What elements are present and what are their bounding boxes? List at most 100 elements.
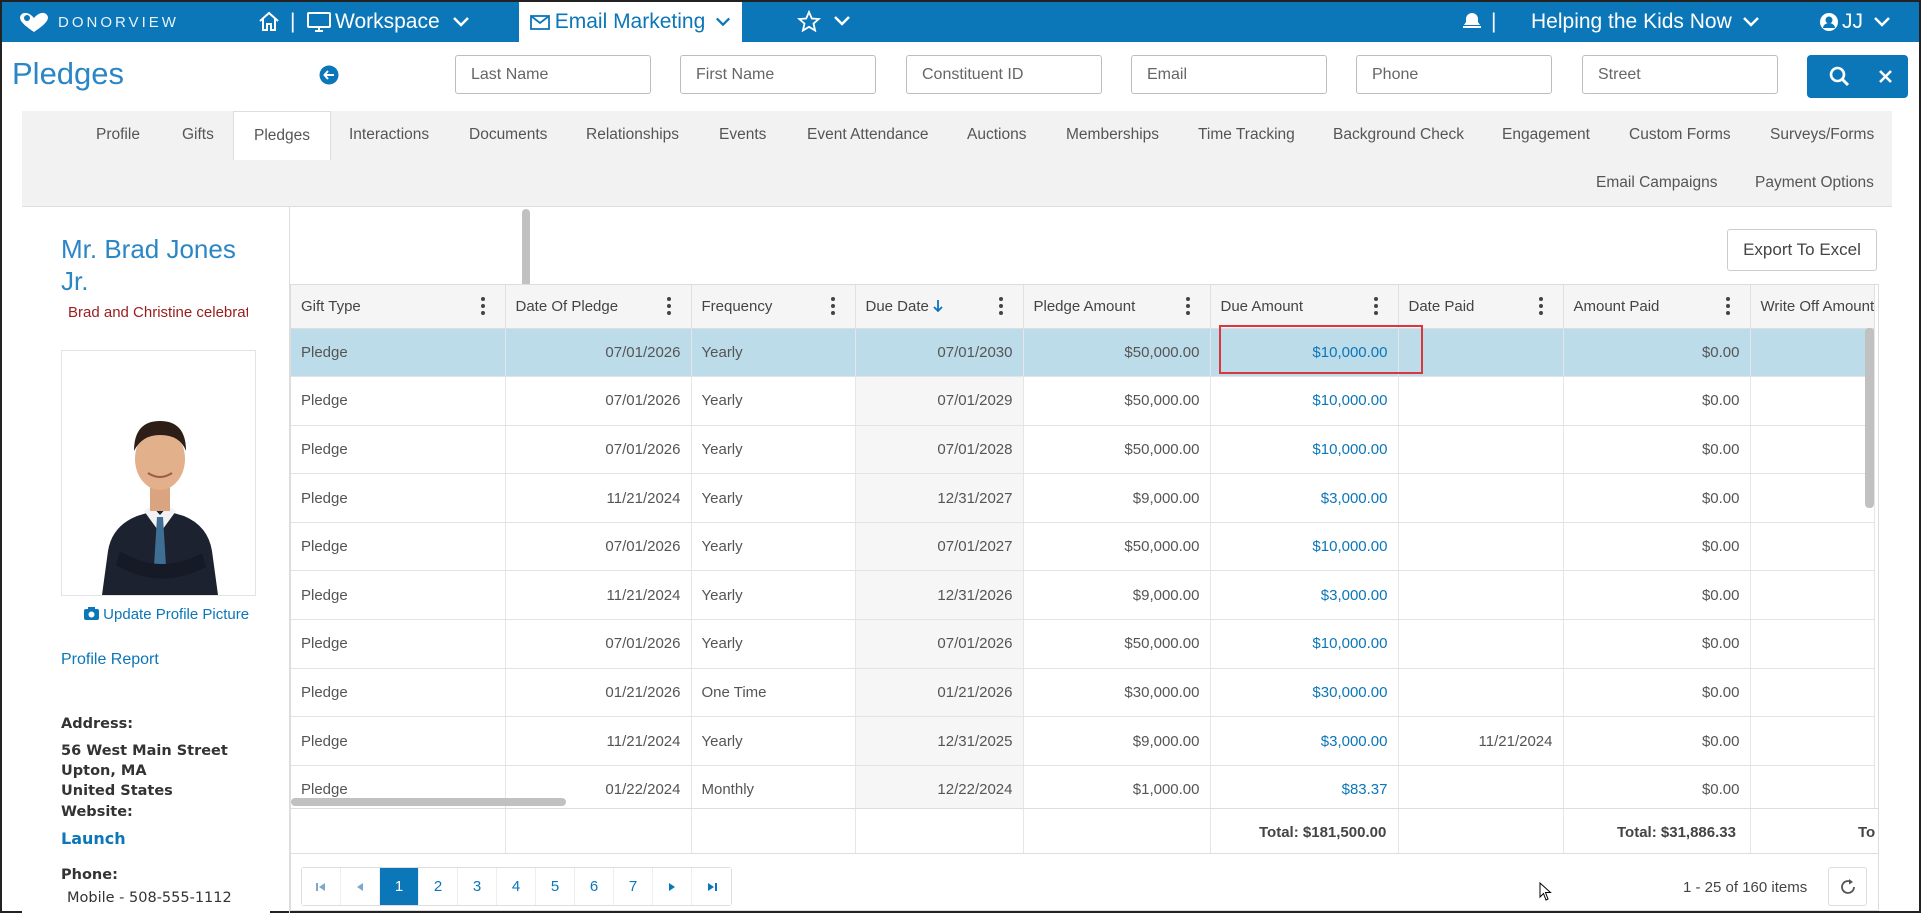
page-button-6[interactable]: 6 bbox=[575, 868, 614, 905]
user-menu[interactable]: JJ bbox=[1819, 10, 1891, 34]
table-row[interactable]: Pledge 07/01/2026 Yearly 07/01/2029 $50,000.… bbox=[291, 376, 1875, 426]
grid-horizontal-scrollbar[interactable] bbox=[291, 798, 566, 806]
last-page-button[interactable] bbox=[692, 868, 731, 905]
first-name-input[interactable] bbox=[680, 55, 876, 94]
cell-due-amount[interactable]: $30,000.00 bbox=[1210, 668, 1399, 718]
favorites-menu[interactable] bbox=[797, 10, 851, 32]
column-menu-icon[interactable] bbox=[480, 297, 485, 315]
cell-due-amount[interactable]: $3,000.00 bbox=[1210, 716, 1399, 766]
tab-surveys-forms[interactable]: Surveys/Forms bbox=[1770, 126, 1874, 144]
home-icon[interactable] bbox=[257, 10, 281, 32]
back-arrow-icon[interactable] bbox=[319, 65, 339, 85]
cell-frequency: Yearly bbox=[691, 522, 856, 572]
column-header-frequency[interactable]: Frequency bbox=[691, 285, 856, 329]
table-row[interactable]: Pledge 11/21/2024 Yearly 12/31/2025 $9,000.0… bbox=[291, 716, 1875, 766]
notification-bell-icon[interactable] bbox=[1461, 10, 1483, 30]
tab-memberships[interactable]: Memberships bbox=[1066, 126, 1159, 144]
close-icon[interactable] bbox=[1878, 69, 1893, 84]
table-row[interactable]: Pledge 01/22/2024 Monthly 12/22/2024 $1,000.… bbox=[291, 765, 1875, 815]
website-label: Website: bbox=[61, 804, 133, 820]
column-header-date-paid[interactable]: Date Paid bbox=[1398, 285, 1564, 329]
column-menu-icon[interactable] bbox=[666, 297, 671, 315]
page-button-7[interactable]: 7 bbox=[614, 868, 653, 905]
page-button-5[interactable]: 5 bbox=[536, 868, 575, 905]
constituent-name: Mr. Brad Jones Jr. bbox=[61, 234, 236, 296]
refresh-button[interactable] bbox=[1828, 867, 1867, 906]
cell-due-amount[interactable]: $10,000.00 bbox=[1210, 425, 1399, 475]
table-row[interactable]: Pledge 01/21/2026 One Time 01/21/2026 $30,00… bbox=[291, 668, 1875, 718]
page-button-1[interactable]: 1 bbox=[380, 868, 419, 905]
column-menu-icon[interactable] bbox=[1538, 297, 1543, 315]
column-header-due-date[interactable]: Due Date bbox=[855, 285, 1024, 329]
organization-menu[interactable]: Helping the Kids Now bbox=[1531, 10, 1760, 34]
tab-events[interactable]: Events bbox=[719, 126, 766, 144]
tab-profile[interactable]: Profile bbox=[96, 126, 140, 144]
column-menu-icon[interactable] bbox=[998, 297, 1003, 315]
tab-payment-options[interactable]: Payment Options bbox=[1755, 174, 1874, 192]
tab-gifts[interactable]: Gifts bbox=[182, 126, 214, 144]
email-input[interactable] bbox=[1131, 55, 1327, 94]
last-name-input[interactable] bbox=[455, 55, 651, 94]
table-row[interactable]: Pledge 11/21/2024 Yearly 12/31/2026 $9,000.0… bbox=[291, 570, 1875, 621]
cell-due-amount[interactable]: $3,000.00 bbox=[1210, 473, 1399, 523]
tab-engagement[interactable]: Engagement bbox=[1502, 126, 1590, 144]
tab-time-tracking[interactable]: Time Tracking bbox=[1198, 126, 1295, 144]
first-page-button[interactable] bbox=[302, 868, 341, 905]
tab-background-check[interactable]: Background Check bbox=[1333, 126, 1464, 144]
phone-input[interactable] bbox=[1356, 55, 1552, 94]
page-button-2[interactable]: 2 bbox=[419, 868, 458, 905]
column-menu-icon[interactable] bbox=[1373, 297, 1378, 315]
cell-due-amount[interactable]: $10,000.00 bbox=[1210, 522, 1399, 572]
cell-date-of-pledge: 01/22/2024 bbox=[505, 765, 692, 815]
sidebar-splitter[interactable] bbox=[270, 207, 530, 913]
cell-due-amount[interactable]: $10,000.00 bbox=[1210, 619, 1399, 669]
table-row[interactable]: Pledge 07/01/2026 Yearly 07/01/2026 $50,000.… bbox=[291, 619, 1875, 669]
grid-vertical-scrollbar[interactable] bbox=[1865, 328, 1874, 508]
donorview-logo[interactable]: DONORVIEW bbox=[16, 10, 179, 34]
cell-due-amount[interactable]: $83.37 bbox=[1210, 765, 1399, 815]
table-row[interactable]: Pledge 11/21/2024 Yearly 12/31/2027 $9,000.0… bbox=[291, 473, 1875, 523]
address-label: Address: bbox=[61, 716, 134, 732]
column-header-due-amount[interactable]: Due Amount bbox=[1210, 285, 1399, 329]
tab-interactions[interactable]: Interactions bbox=[349, 126, 429, 144]
first-page-icon bbox=[316, 882, 325, 891]
cell-date-of-pledge: 07/01/2026 bbox=[505, 328, 692, 378]
tab-custom-forms[interactable]: Custom Forms bbox=[1629, 126, 1731, 144]
profile-report-link[interactable]: Profile Report bbox=[61, 651, 159, 669]
column-menu-icon[interactable] bbox=[1725, 297, 1730, 315]
website-launch-link[interactable]: Launch bbox=[61, 829, 126, 848]
street-input[interactable] bbox=[1582, 55, 1778, 94]
column-menu-icon[interactable] bbox=[830, 297, 835, 315]
email-marketing-menu[interactable]: Email Marketing bbox=[519, 2, 742, 42]
tab-relationships[interactable]: Relationships bbox=[586, 126, 679, 144]
cell-write-off-amount bbox=[1750, 716, 1875, 766]
cell-due-amount[interactable]: $10,000.00 bbox=[1210, 376, 1399, 426]
previous-page-button[interactable] bbox=[341, 868, 380, 905]
column-header-amount-paid[interactable]: Amount Paid bbox=[1563, 285, 1751, 329]
page-button-3[interactable]: 3 bbox=[458, 868, 497, 905]
workspace-menu[interactable]: Workspace bbox=[307, 10, 470, 34]
tab-auctions[interactable]: Auctions bbox=[967, 126, 1026, 144]
column-header-gift-type[interactable]: Gift Type bbox=[291, 285, 506, 329]
next-page-button[interactable] bbox=[653, 868, 692, 905]
search-icon[interactable] bbox=[1829, 66, 1850, 87]
cell-due-date: 12/31/2027 bbox=[855, 473, 1024, 523]
tab-pledges[interactable]: Pledges bbox=[233, 111, 332, 160]
cell-due-amount[interactable]: $3,000.00 bbox=[1210, 570, 1399, 621]
table-row[interactable]: Pledge 07/01/2026 Yearly 07/01/2027 $50,000.… bbox=[291, 522, 1875, 572]
column-header-date-of-pledge[interactable]: Date Of Pledge bbox=[505, 285, 692, 329]
cell-pledge-amount: $30,000.00 bbox=[1023, 668, 1211, 718]
column-header-write-off-amount[interactable]: Write Off Amount bbox=[1750, 285, 1875, 329]
tab-documents[interactable]: Documents bbox=[469, 126, 547, 144]
page-button-4[interactable]: 4 bbox=[497, 868, 536, 905]
export-to-excel-button[interactable]: Export To Excel bbox=[1727, 229, 1877, 271]
column-menu-icon[interactable] bbox=[1185, 297, 1190, 315]
column-header-pledge-amount[interactable]: Pledge Amount bbox=[1023, 285, 1211, 329]
constituent-id-input[interactable] bbox=[906, 55, 1102, 94]
refresh-icon bbox=[1840, 878, 1855, 894]
tab-event-attendance[interactable]: Event Attendance bbox=[807, 126, 929, 144]
update-profile-picture-link[interactable]: Update Profile Picture bbox=[84, 606, 249, 623]
tab-email-campaigns[interactable]: Email Campaigns bbox=[1596, 174, 1717, 192]
table-row[interactable]: Pledge 07/01/2026 Yearly 07/01/2030 $50,000.… bbox=[291, 328, 1875, 378]
table-row[interactable]: Pledge 07/01/2026 Yearly 07/01/2028 $50,000.… bbox=[291, 425, 1875, 475]
